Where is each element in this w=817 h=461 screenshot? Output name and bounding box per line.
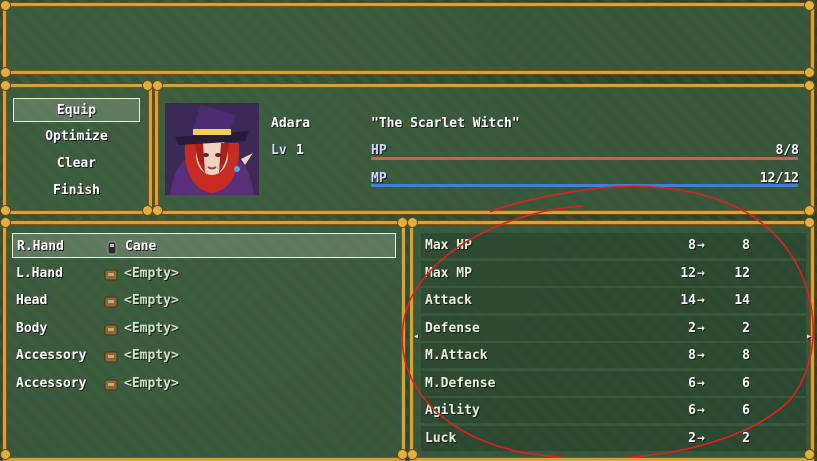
- empty-slot-icon: [104, 293, 118, 308]
- stat-arrow-icon: →: [697, 320, 705, 336]
- empty-slot-icon: [104, 321, 118, 335]
- slot-label: Body: [16, 320, 48, 336]
- scroll-right-arrow-icon[interactable]: ▸: [806, 331, 812, 342]
- stat-row: Max HP 8 → 8: [421, 233, 806, 258]
- equip-slot-row[interactable]: L.Hand <Empty>: [12, 261, 396, 286]
- frame-knob: [0, 0, 11, 11]
- slot-item-name: <Empty>: [124, 375, 179, 391]
- equip-slot-row[interactable]: Head <Empty>: [12, 288, 396, 313]
- stat-current-value: 14: [680, 293, 696, 308]
- equip-slot-row[interactable]: Accessory <Empty>: [12, 371, 396, 396]
- stat-new-value: 12: [734, 265, 750, 281]
- stat-arrow-icon: →: [697, 375, 705, 391]
- stat-new-value: 6: [742, 375, 750, 391]
- stat-current-value: 6: [688, 375, 696, 391]
- stat-arrow-icon: →: [697, 238, 705, 253]
- actor-name: Adara: [271, 116, 311, 131]
- frame-knob: [804, 80, 815, 91]
- mp-gauge: [371, 184, 798, 187]
- stat-current-value: 2: [688, 430, 696, 446]
- stat-row: Defense 2 → 2: [421, 315, 806, 341]
- frame-knob: [407, 449, 418, 460]
- stat-new-value: 6: [742, 403, 750, 418]
- equip-slot-row[interactable]: R.Hand Cane: [12, 233, 396, 258]
- stat-name: Agility: [425, 403, 480, 418]
- stat-current-value: 6: [688, 403, 696, 418]
- slot-label: Accessory: [16, 375, 87, 391]
- frame-knob: [152, 80, 163, 91]
- stat-new-value: 2: [742, 320, 750, 336]
- scroll-left-arrow-icon[interactable]: ◂: [413, 331, 419, 342]
- stat-name: Defense: [425, 320, 480, 336]
- empty-slot-icon: [104, 348, 118, 363]
- stat-new-value: 8: [742, 238, 750, 253]
- stat-arrow-icon: →: [697, 403, 705, 418]
- stat-current-value: 12: [680, 265, 696, 281]
- actor-nickname: "The Scarlet Witch": [371, 116, 520, 131]
- frame-knob: [804, 0, 815, 11]
- slot-label: Accessory: [16, 348, 87, 363]
- help-window: [3, 3, 814, 74]
- hp-gauge-fill: [371, 157, 798, 160]
- stat-new-value: 14: [734, 293, 750, 308]
- slot-label: R.Hand: [17, 239, 64, 254]
- stat-arrow-icon: →: [697, 293, 705, 308]
- stat-name: Max HP: [425, 238, 472, 253]
- actor-portrait: [165, 103, 259, 195]
- hp-label: HP: [371, 143, 387, 158]
- frame-knob: [804, 67, 815, 78]
- stat-row: Max MP 12 → 12: [421, 260, 806, 286]
- command-finish[interactable]: Finish: [13, 179, 140, 203]
- slot-item-name: <Empty>: [124, 348, 179, 363]
- frame-knob: [152, 205, 163, 216]
- stat-current-value: 2: [688, 320, 696, 336]
- command-optimize[interactable]: Optimize: [13, 125, 140, 149]
- stat-name: M.Attack: [425, 348, 488, 363]
- slot-item-name: <Empty>: [124, 265, 179, 281]
- empty-slot-icon: [104, 376, 118, 390]
- command-clear[interactable]: Clear: [13, 152, 140, 176]
- witch-portrait-icon: [165, 103, 259, 195]
- stat-new-value: 8: [742, 348, 750, 363]
- stat-arrow-icon: →: [697, 348, 705, 363]
- frame-knob: [0, 449, 11, 460]
- slot-item-name: <Empty>: [124, 320, 179, 336]
- level-value: 1: [296, 143, 304, 158]
- stat-arrow-icon: →: [697, 430, 705, 446]
- stat-row: M.Defense 6 → 6: [421, 370, 806, 396]
- hp-value: 8/8: [775, 143, 799, 158]
- slot-item-name: Cane: [125, 239, 157, 254]
- stat-name: Luck: [425, 430, 457, 446]
- stat-new-value: 2: [742, 430, 750, 446]
- slot-item-name: <Empty>: [124, 293, 179, 308]
- frame-knob: [804, 449, 815, 460]
- equip-slot-row[interactable]: Body <Empty>: [12, 316, 396, 341]
- stat-row: Agility 6 → 6: [421, 398, 806, 423]
- slot-label: L.Hand: [16, 265, 63, 281]
- stat-row: Luck 2 → 2: [421, 425, 806, 451]
- stat-row: M.Attack 8 → 8: [421, 343, 806, 368]
- frame-knob: [0, 217, 11, 228]
- hp-gauge: [371, 157, 798, 160]
- frame-knob: [804, 205, 815, 216]
- stat-arrow-icon: →: [697, 265, 705, 281]
- cane-icon: [105, 239, 119, 255]
- command-equip[interactable]: Equip: [13, 98, 140, 122]
- equip-slot-row[interactable]: Accessory <Empty>: [12, 343, 396, 368]
- stat-row: Attack 14 → 14: [421, 288, 806, 313]
- stat-name: M.Defense: [425, 375, 496, 391]
- stat-name: Max MP: [425, 265, 472, 281]
- level-label: Lv: [271, 143, 287, 158]
- frame-knob: [0, 205, 11, 216]
- mp-gauge-fill: [371, 184, 798, 187]
- stat-name: Attack: [425, 293, 472, 308]
- frame-knob: [804, 217, 815, 228]
- frame-knob: [407, 217, 418, 228]
- empty-slot-icon: [104, 266, 118, 280]
- frame-knob: [0, 80, 11, 91]
- slot-label: Head: [16, 293, 48, 308]
- stat-current-value: 8: [688, 348, 696, 363]
- stat-current-value: 8: [688, 238, 696, 253]
- frame-knob: [0, 67, 11, 78]
